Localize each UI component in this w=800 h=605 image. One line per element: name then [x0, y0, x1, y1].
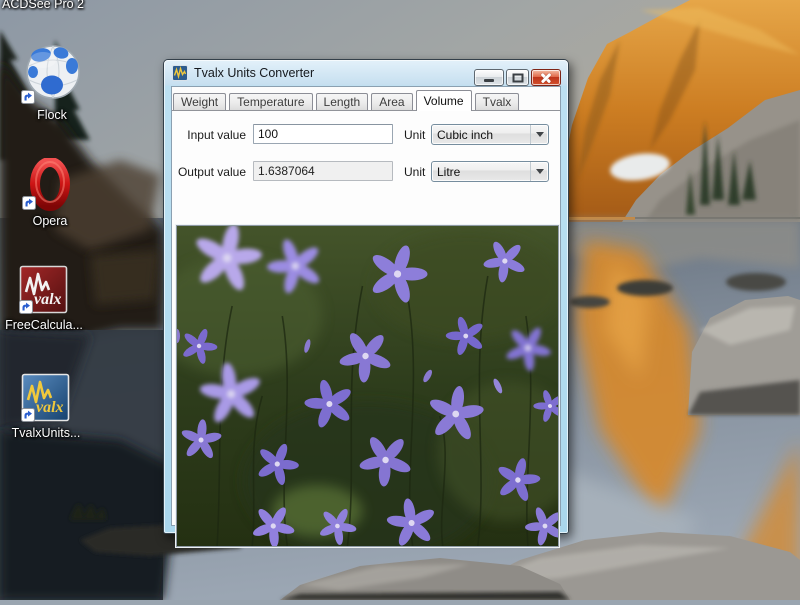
input-value-label: Input value [174, 128, 246, 142]
shortcut-arrow-icon [21, 90, 35, 104]
shortcut-arrow-icon [21, 408, 35, 422]
desktop-icon-label: FreeCalcula... [2, 318, 86, 332]
desktop-icon-label: Opera [8, 214, 92, 228]
output-unit-dropdown[interactable]: Litre [431, 161, 549, 182]
volume-tab-page: Input value Unit Cubic inch Output value… [172, 110, 560, 525]
tvalx-app-icon [172, 65, 188, 81]
desktop-icon-freecalculator[interactable]: valx FreeCalcula... [2, 264, 86, 332]
output-value-label: Output value [174, 165, 246, 179]
window-client-area: Weight Temperature Length Area Volume Tv… [171, 86, 561, 526]
tab-volume[interactable]: Volume [416, 90, 472, 111]
close-button[interactable] [531, 69, 561, 86]
shortcut-arrow-icon [22, 196, 36, 210]
units-converter-window: Tvalx Units Converter Weight Temperature… [163, 59, 569, 534]
shortcut-arrow-icon [19, 300, 33, 314]
input-unit-dropdown[interactable]: Cubic inch [431, 124, 549, 145]
input-unit-selected-value: Cubic inch [432, 128, 530, 142]
svg-text:valx: valx [34, 291, 62, 308]
output-unit-selected-value: Litre [432, 165, 530, 179]
window-controls [474, 69, 561, 86]
chevron-down-icon [536, 169, 544, 174]
input-unit-label: Unit [404, 128, 425, 142]
svg-text:valx: valx [36, 399, 64, 416]
desktop-icon-tvalxunits[interactable]: valx TvalxUnits... [4, 372, 88, 440]
tab-area[interactable]: Area [371, 93, 412, 110]
tab-length[interactable]: Length [316, 93, 369, 110]
input-value-field[interactable] [253, 124, 393, 144]
tab-strip: Weight Temperature Length Area Volume Tv… [173, 89, 559, 110]
output-unit-label: Unit [404, 165, 425, 179]
tab-tvalx[interactable]: Tvalx [475, 93, 520, 110]
dropdown-arrow-zone [530, 125, 548, 144]
maximize-button[interactable] [506, 69, 529, 86]
output-value-field[interactable] [253, 161, 393, 181]
minimize-button[interactable] [474, 69, 504, 86]
desktop-icon-label: Flock [10, 108, 94, 122]
desktop-icon-flock[interactable]: Flock [10, 42, 94, 122]
desktop-icon-acdsee-pro-2[interactable]: ACDSee Pro 2 [0, 0, 140, 11]
window-title: Tvalx Units Converter [194, 66, 314, 80]
tab-weight[interactable]: Weight [173, 93, 226, 110]
campanula-flowers-photo [176, 225, 559, 547]
dropdown-arrow-zone [530, 162, 548, 181]
desktop-icon-opera[interactable]: Opera [8, 158, 92, 228]
desktop-icon-label: ACDSee Pro 2 [2, 0, 140, 11]
chevron-down-icon [536, 132, 544, 137]
tab-temperature[interactable]: Temperature [229, 93, 312, 110]
desktop-icon-label: TvalxUnits... [4, 426, 88, 440]
